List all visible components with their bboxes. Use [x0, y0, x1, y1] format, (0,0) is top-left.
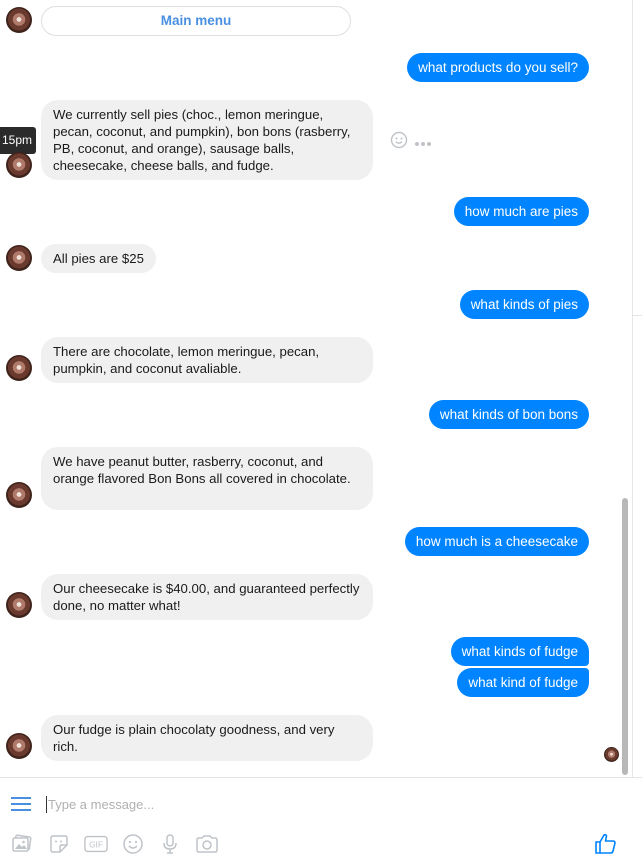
bot-avatar	[6, 7, 32, 33]
conversation-panel[interactable]: Main menu what products do you sell? 15p…	[0, 0, 630, 777]
timestamp-tooltip: 15pm	[0, 127, 36, 154]
sticker-icon[interactable]	[47, 832, 71, 856]
bot-avatar	[6, 245, 32, 271]
panel-divider	[632, 315, 642, 316]
bot-avatar	[6, 152, 32, 178]
user-message: how much is a cheesecake	[404, 527, 589, 556]
composer-toolbar: GIF	[10, 832, 219, 856]
panel-divider	[632, 0, 633, 777]
text-caret	[46, 796, 47, 813]
bot-message: We have peanut butter, rasberry, coconut…	[41, 447, 373, 510]
bot-message: We currently sell pies (choc., lemon mer…	[41, 100, 373, 180]
bot-avatar	[6, 733, 32, 759]
menu-icon[interactable]	[11, 796, 31, 817]
bot-message: Our cheesecake is $40.00, and guaranteed…	[41, 574, 373, 620]
message-actions	[390, 131, 432, 154]
thumbs-up-icon[interactable]	[594, 832, 618, 861]
bot-message: There are chocolate, lemon meringue, pec…	[41, 337, 373, 383]
user-message: what kinds of pies	[459, 290, 589, 319]
bot-avatar	[6, 355, 32, 381]
camera-icon[interactable]	[195, 832, 219, 856]
bot-avatar	[6, 482, 32, 508]
user-message: what kinds of bon bons	[428, 400, 589, 429]
user-message: what kind of fudge	[457, 668, 589, 697]
image-icon[interactable]	[10, 832, 34, 856]
bot-message: All pies are $25	[41, 244, 156, 273]
emoji-icon[interactable]	[121, 832, 145, 856]
bot-message: Our fudge is plain chocolaty goodness, a…	[41, 715, 373, 761]
microphone-icon[interactable]	[158, 832, 182, 856]
message-input[interactable]	[48, 792, 588, 816]
react-emoji-icon[interactable]	[390, 131, 408, 154]
main-menu-button[interactable]: Main menu	[41, 6, 351, 36]
read-receipt-avatar	[604, 747, 619, 762]
user-message: what kinds of fudge	[450, 637, 589, 666]
user-message: how much are pies	[453, 197, 589, 226]
scrollbar-thumb[interactable]	[622, 498, 628, 775]
bot-avatar	[6, 592, 32, 618]
message-composer: GIF	[0, 777, 642, 868]
user-message: what products do you sell?	[407, 53, 589, 82]
gif-icon[interactable]: GIF	[84, 832, 108, 856]
svg-text:GIF: GIF	[89, 840, 103, 850]
more-options-icon[interactable]	[414, 134, 432, 152]
